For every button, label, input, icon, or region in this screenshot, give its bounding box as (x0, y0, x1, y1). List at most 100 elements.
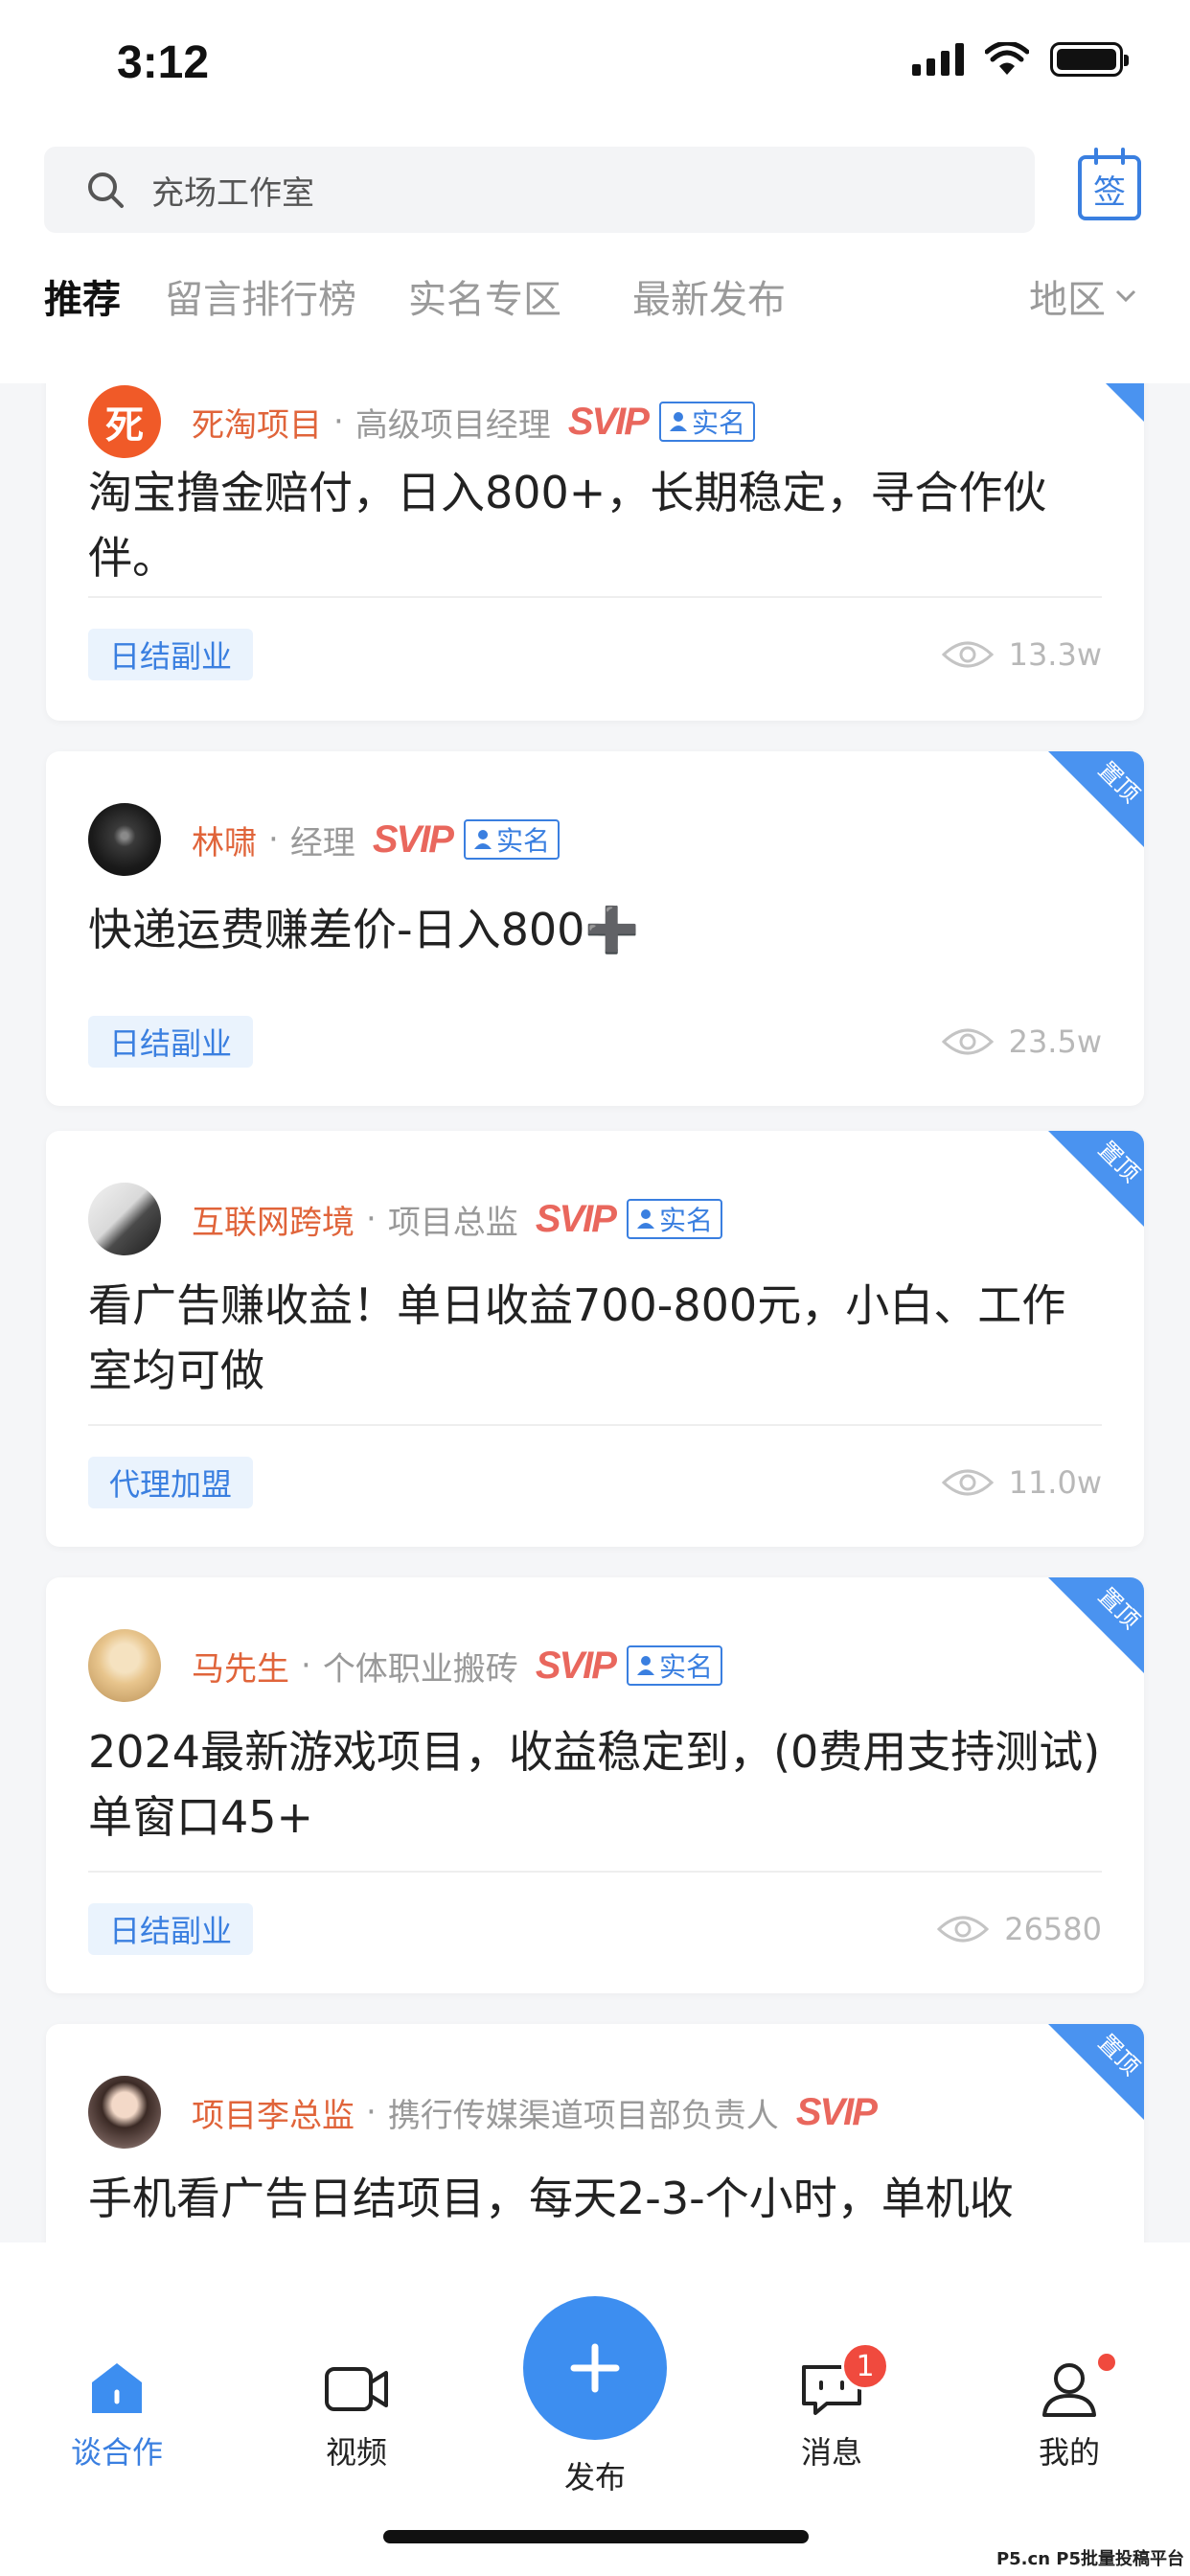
view-count: 26580 (937, 1903, 1102, 1955)
plus-icon (570, 2343, 620, 2393)
wifi-icon (985, 42, 1029, 75)
post-card[interactable]: 林啸 · 经理 SVIP 实名 快递运费赚差价-日入800➕ 日结副业 23.5… (46, 751, 1144, 1106)
author-name[interactable]: 林啸 (192, 816, 257, 863)
post-title[interactable]: 淘宝撸金赔付，日入800+，长期稳定，寻合作伙伴。 (88, 460, 1102, 590)
author-role: 项目总监 (387, 1203, 518, 1242)
avatar[interactable] (88, 1629, 161, 1702)
verified-label: 实名 (658, 1205, 713, 1236)
tab-message-ranking[interactable]: 留言排行榜 (165, 268, 356, 324)
nav-item-me[interactable]: 我的 (1002, 2354, 1136, 2472)
app-screen: 3:12 充场工作室 签 推荐 留言排行榜 实名专区 最新发布 地区 死 死淘项… (0, 0, 1190, 2576)
view-count-value: 13.3w (1008, 636, 1102, 673)
tab-verified-zone[interactable]: 实名专区 (408, 268, 561, 324)
view-count-value: 11.0w (1008, 1464, 1102, 1501)
battery-icon (1050, 42, 1129, 77)
chevron-down-icon (1115, 289, 1136, 303)
post-tag[interactable]: 日结副业 (88, 629, 254, 680)
tab-latest[interactable]: 最新发布 (632, 268, 786, 324)
view-count-value: 26580 (1004, 1911, 1102, 1947)
author-row: 马先生 · 个体职业搬砖 SVIP 实名 (88, 1627, 722, 1704)
calendar-sign-icon: 签 (1078, 148, 1141, 220)
nav-item-video[interactable]: 视频 (289, 2358, 423, 2472)
author-name[interactable]: 马先生 (192, 1643, 289, 1690)
post-card[interactable]: 互联网跨境 · 项目总监 SVIP 实名 看广告赚收益！单日收益700-800元… (46, 1131, 1144, 1547)
author-name[interactable]: 项目李总监 (192, 2089, 355, 2136)
post-tag[interactable]: 代理加盟 (88, 1457, 254, 1508)
author-row: 死 死淘项目 · 高级项目经理 SVIP 实名 (88, 383, 755, 460)
svip-badge: SVIP (372, 817, 454, 861)
category-tabs: 推荐 留言排行榜 实名专区 最新发布 地区 (0, 268, 1190, 364)
tab-recommend[interactable]: 推荐 (44, 268, 121, 324)
view-count: 23.5w (941, 1016, 1102, 1068)
verified-badge: 实名 (463, 819, 560, 860)
author-role: 个体职业搬砖 (322, 1649, 518, 1689)
nav-item-messages[interactable]: 消息 1 (765, 2342, 899, 2472)
post-card[interactable]: 马先生 · 个体职业搬砖 SVIP 实名 2024最新游戏项目，收益稳定到，(0… (46, 1577, 1144, 1993)
avatar[interactable] (88, 803, 161, 876)
person-icon (669, 412, 687, 431)
publish-button[interactable] (523, 2296, 667, 2440)
nav-item-cooperation[interactable]: 谈合作 (50, 2358, 184, 2472)
post-tag[interactable]: 日结副业 (88, 1903, 254, 1955)
svip-badge: SVIP (535, 1644, 617, 1687)
avatar[interactable]: 死 (88, 385, 161, 458)
post-title[interactable]: 快递运费赚差价-日入800➕ (88, 897, 1102, 962)
notification-dot (1098, 2354, 1115, 2371)
verified-label: 实名 (691, 407, 745, 439)
svip-badge: SVIP (567, 400, 650, 443)
separator-dot: · (333, 402, 344, 441)
divider (88, 1871, 1102, 1873)
post-feed[interactable]: 死 死淘项目 · 高级项目经理 SVIP 实名 淘宝撸金赔付，日入800+，长期… (0, 383, 1190, 2246)
avatar-label: 死 (105, 403, 144, 448)
verified-label: 实名 (658, 1651, 713, 1683)
home-indicator (383, 2530, 809, 2543)
watermark: P5.cn P5批量投稿平台 (995, 2549, 1184, 2569)
pinned-corner-badge: 置顶 (1048, 1131, 1144, 1227)
publish-label: 发布 (563, 2459, 626, 2496)
person-icon (473, 830, 492, 849)
checkin-button[interactable]: 签 (1077, 146, 1142, 222)
author-row: 互联网跨境 · 项目总监 SVIP 实名 (88, 1181, 722, 1257)
author-name[interactable]: 互联网跨境 (192, 1196, 355, 1243)
author-name[interactable]: 死淘项目 (192, 399, 322, 446)
search-bar[interactable]: 充场工作室 (44, 147, 1035, 233)
post-title[interactable]: 手机看广告日结项目，每天2-3-个小时，单机收 (88, 2166, 1102, 2231)
avatar[interactable] (88, 2076, 161, 2149)
pinned-corner-badge: 置顶 (1048, 1577, 1144, 1673)
post-card[interactable]: 死 死淘项目 · 高级项目经理 SVIP 实名 淘宝撸金赔付，日入800+，长期… (46, 383, 1144, 721)
svip-badge: SVIP (795, 2090, 878, 2133)
eye-icon (937, 1916, 990, 1943)
view-count: 13.3w (941, 629, 1102, 680)
pinned-corner-badge: 置顶 (1048, 751, 1144, 847)
post-title[interactable]: 2024最新游戏项目，收益稳定到，(0费用支持测试)单窗口45+ (88, 1719, 1102, 1850)
post-title[interactable]: 看广告赚收益！单日收益700-800元，小白、工作室均可做 (88, 1273, 1102, 1403)
search-icon (88, 172, 124, 208)
status-bar: 3:12 (0, 0, 1190, 134)
nav-label: 消息 (800, 2434, 862, 2471)
nav-label: 我的 (1038, 2434, 1100, 2471)
status-time: 3:12 (117, 37, 210, 88)
avatar[interactable] (88, 1183, 161, 1255)
divider (88, 596, 1102, 598)
pinned-corner-badge: 置顶 (1048, 2024, 1144, 2120)
bottom-navigation: 谈合作 视频 发布 消息 1 我的 (0, 2242, 1190, 2576)
home-icon (92, 2363, 142, 2413)
separator-dot: · (366, 2093, 377, 2131)
author-role: 携行传媒渠道项目部负责人 (387, 2096, 779, 2135)
separator-dot: · (268, 820, 279, 859)
view-count: 11.0w (941, 1457, 1102, 1508)
region-label: 地区 (1029, 278, 1106, 322)
eye-icon (941, 641, 994, 668)
eye-icon (941, 1028, 994, 1055)
region-filter[interactable]: 地区 (1029, 268, 1136, 324)
view-count-value: 23.5w (1008, 1024, 1102, 1060)
post-card[interactable]: 项目李总监 · 携行传媒渠道项目部负责人 SVIP 手机看广告日结项目，每天2-… (46, 2024, 1144, 2246)
divider (88, 1424, 1102, 1426)
separator-dot: · (366, 1200, 377, 1238)
author-row: 林啸 · 经理 SVIP 实名 (88, 801, 560, 878)
status-icons (912, 42, 1129, 77)
pinned-corner-icon (1106, 383, 1144, 422)
checkin-label: 签 (1093, 173, 1126, 212)
post-tag[interactable]: 日结副业 (88, 1016, 254, 1068)
nav-label: 视频 (325, 2434, 387, 2471)
